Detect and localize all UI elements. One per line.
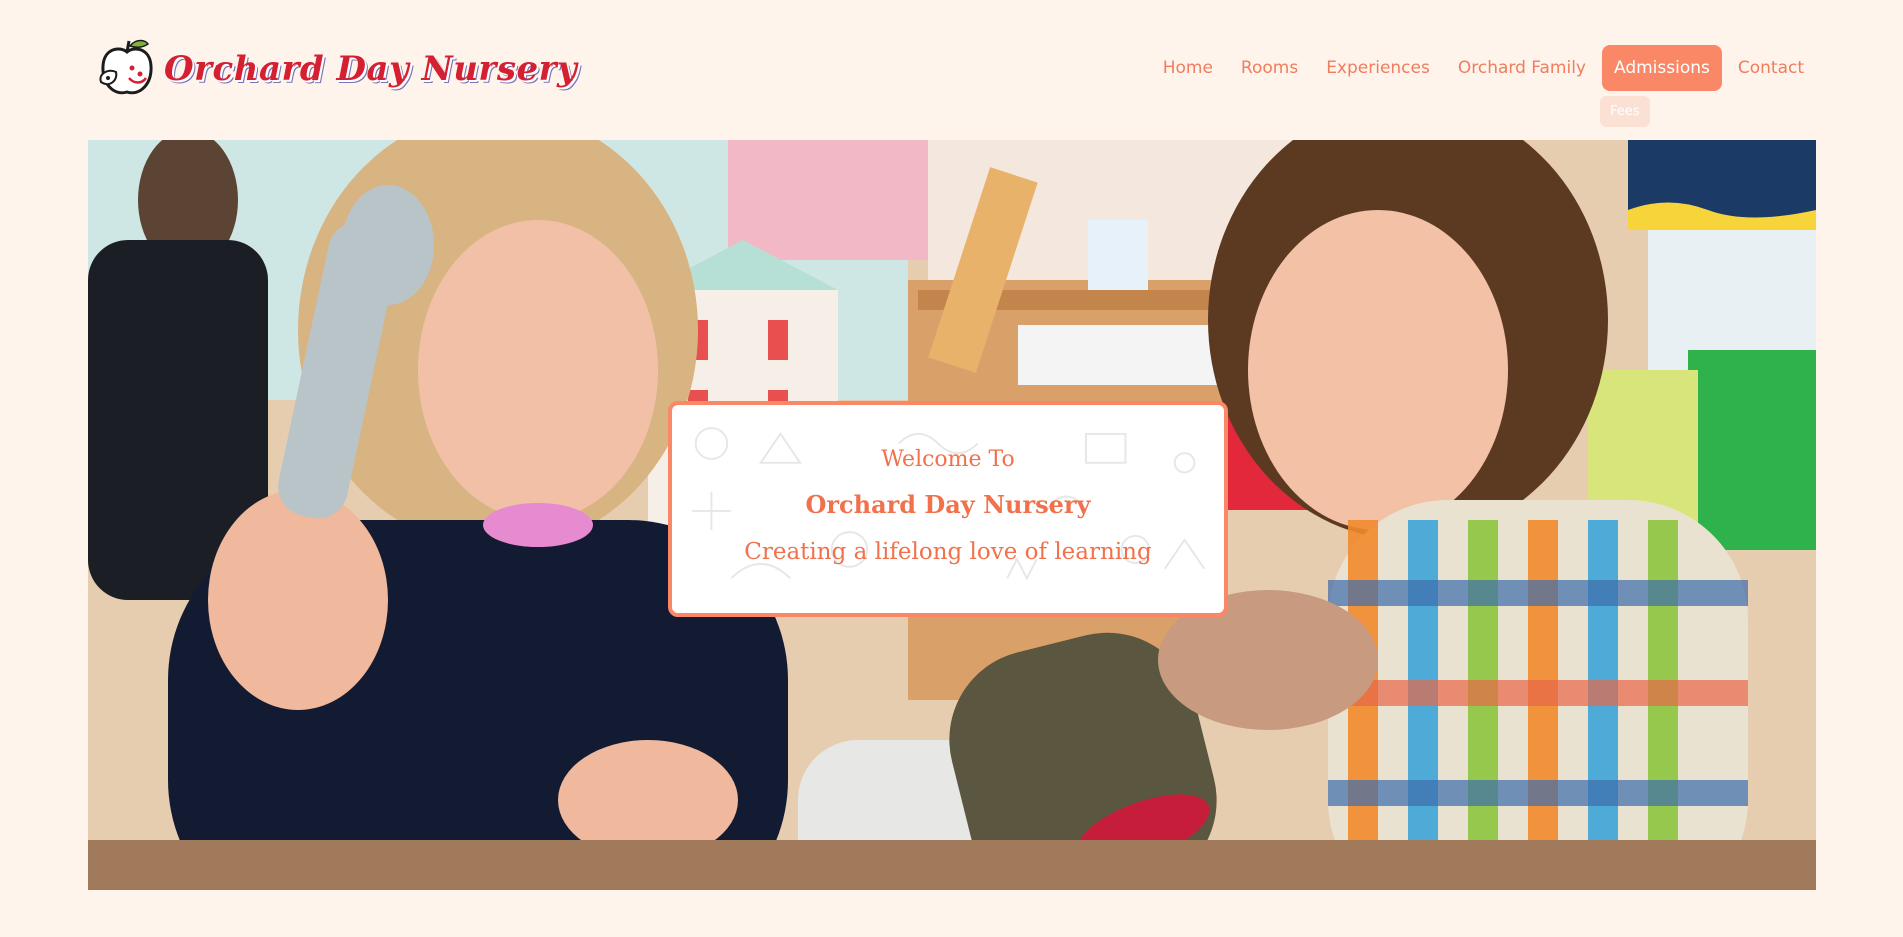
welcome-card: Welcome To Orchard Day Nursery Creating … — [668, 401, 1228, 617]
welcome-line: Welcome To — [881, 447, 1015, 472]
welcome-title: Orchard Day Nursery — [805, 490, 1091, 519]
nav-experiences[interactable]: Experiences — [1314, 45, 1442, 91]
hero-banner: Welcome To Orchard Day Nursery Creating … — [88, 140, 1816, 890]
apple-logo-icon — [99, 39, 153, 95]
nav-contact[interactable]: Contact — [1726, 45, 1816, 91]
nav-orchard-family[interactable]: Orchard Family — [1446, 45, 1598, 91]
nav-admissions[interactable]: Admissions — [1601, 45, 1722, 91]
site-logo[interactable]: Orchard Day Nursery — [96, 36, 577, 102]
welcome-tagline: Creating a lifelong love of learning — [744, 539, 1152, 565]
nav-home[interactable]: Home — [1151, 45, 1225, 91]
submenu-fees[interactable]: Fees — [1600, 96, 1650, 127]
nav-rooms[interactable]: Rooms — [1229, 45, 1310, 91]
main-navigation: Home Rooms Experiences Orchard Family Ad… — [1151, 45, 1816, 91]
site-title: Orchard Day Nursery — [164, 49, 578, 89]
